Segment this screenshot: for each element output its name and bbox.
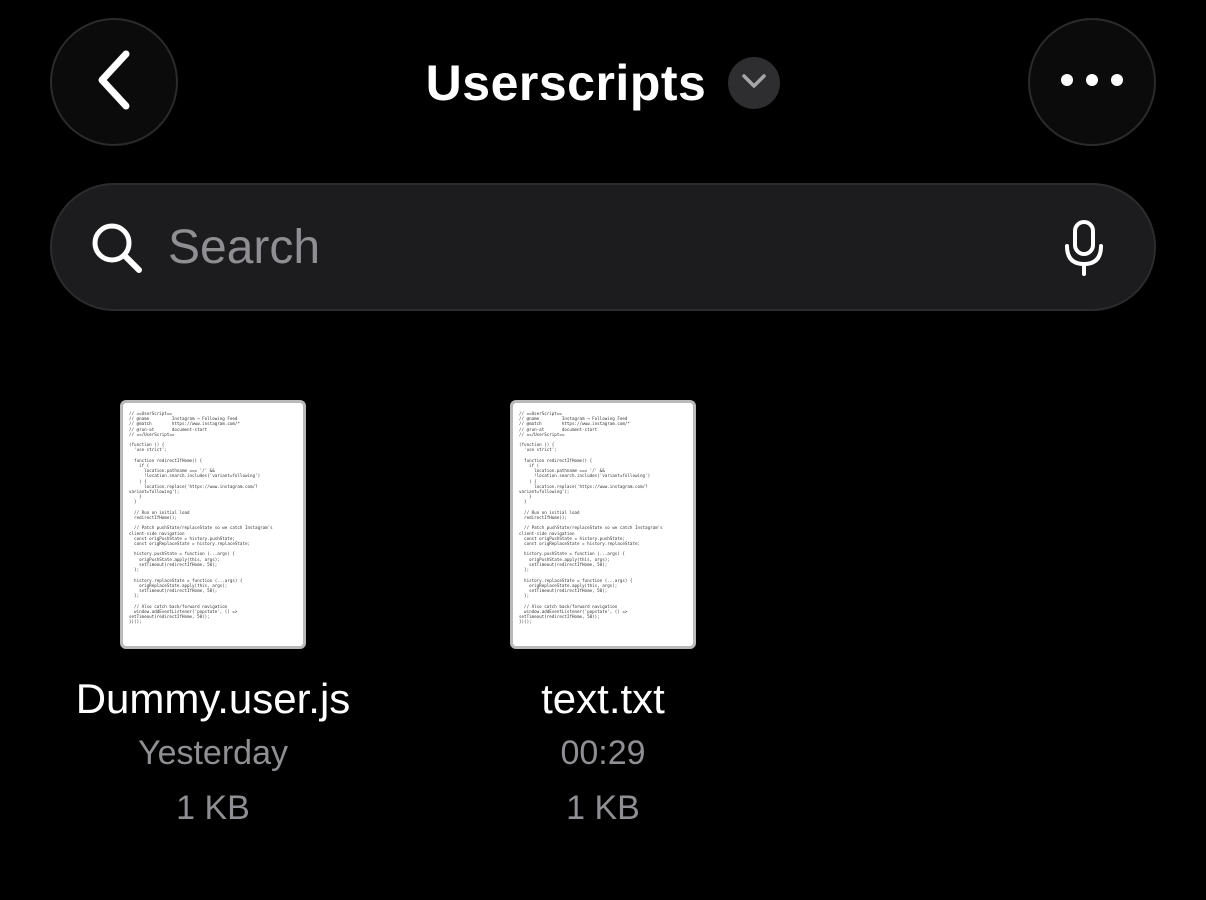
- title-menu-button[interactable]: [728, 57, 781, 109]
- file-size: 1 KB: [176, 789, 250, 827]
- search-icon: [90, 221, 144, 280]
- search-input[interactable]: [168, 215, 1028, 279]
- page-title: Userscripts: [425, 55, 707, 111]
- file-item[interactable]: // ==UserScript== // @name Instagram → F…: [443, 400, 763, 831]
- file-date: Yesterday: [138, 734, 288, 772]
- file-thumbnail[interactable]: // ==UserScript== // @name Instagram → F…: [120, 400, 306, 649]
- search-bar[interactable]: [50, 183, 1156, 311]
- file-preview-text: // ==UserScript== // @name Instagram → F…: [519, 411, 663, 625]
- file-date: 00:29: [560, 734, 646, 772]
- ellipsis-icon: [1060, 73, 1124, 92]
- title-menu[interactable]: Userscripts: [0, 50, 1206, 116]
- microphone-icon[interactable]: [1062, 219, 1106, 284]
- file-name: Dummy.user.js: [75, 675, 351, 722]
- file-item[interactable]: // ==UserScript== // @name Instagram → F…: [53, 400, 373, 831]
- file-preview-text: // ==UserScript== // @name Instagram → F…: [129, 411, 273, 625]
- more-options-button[interactable]: [1028, 18, 1156, 146]
- chevron-down-icon: [741, 73, 767, 94]
- file-name: text.txt: [541, 675, 665, 722]
- file-browser-screen: Userscripts Search // ==UserScript== // …: [0, 0, 1206, 900]
- file-size: 1 KB: [566, 789, 640, 827]
- file-thumbnail[interactable]: // ==UserScript== // @name Instagram → F…: [510, 400, 696, 649]
